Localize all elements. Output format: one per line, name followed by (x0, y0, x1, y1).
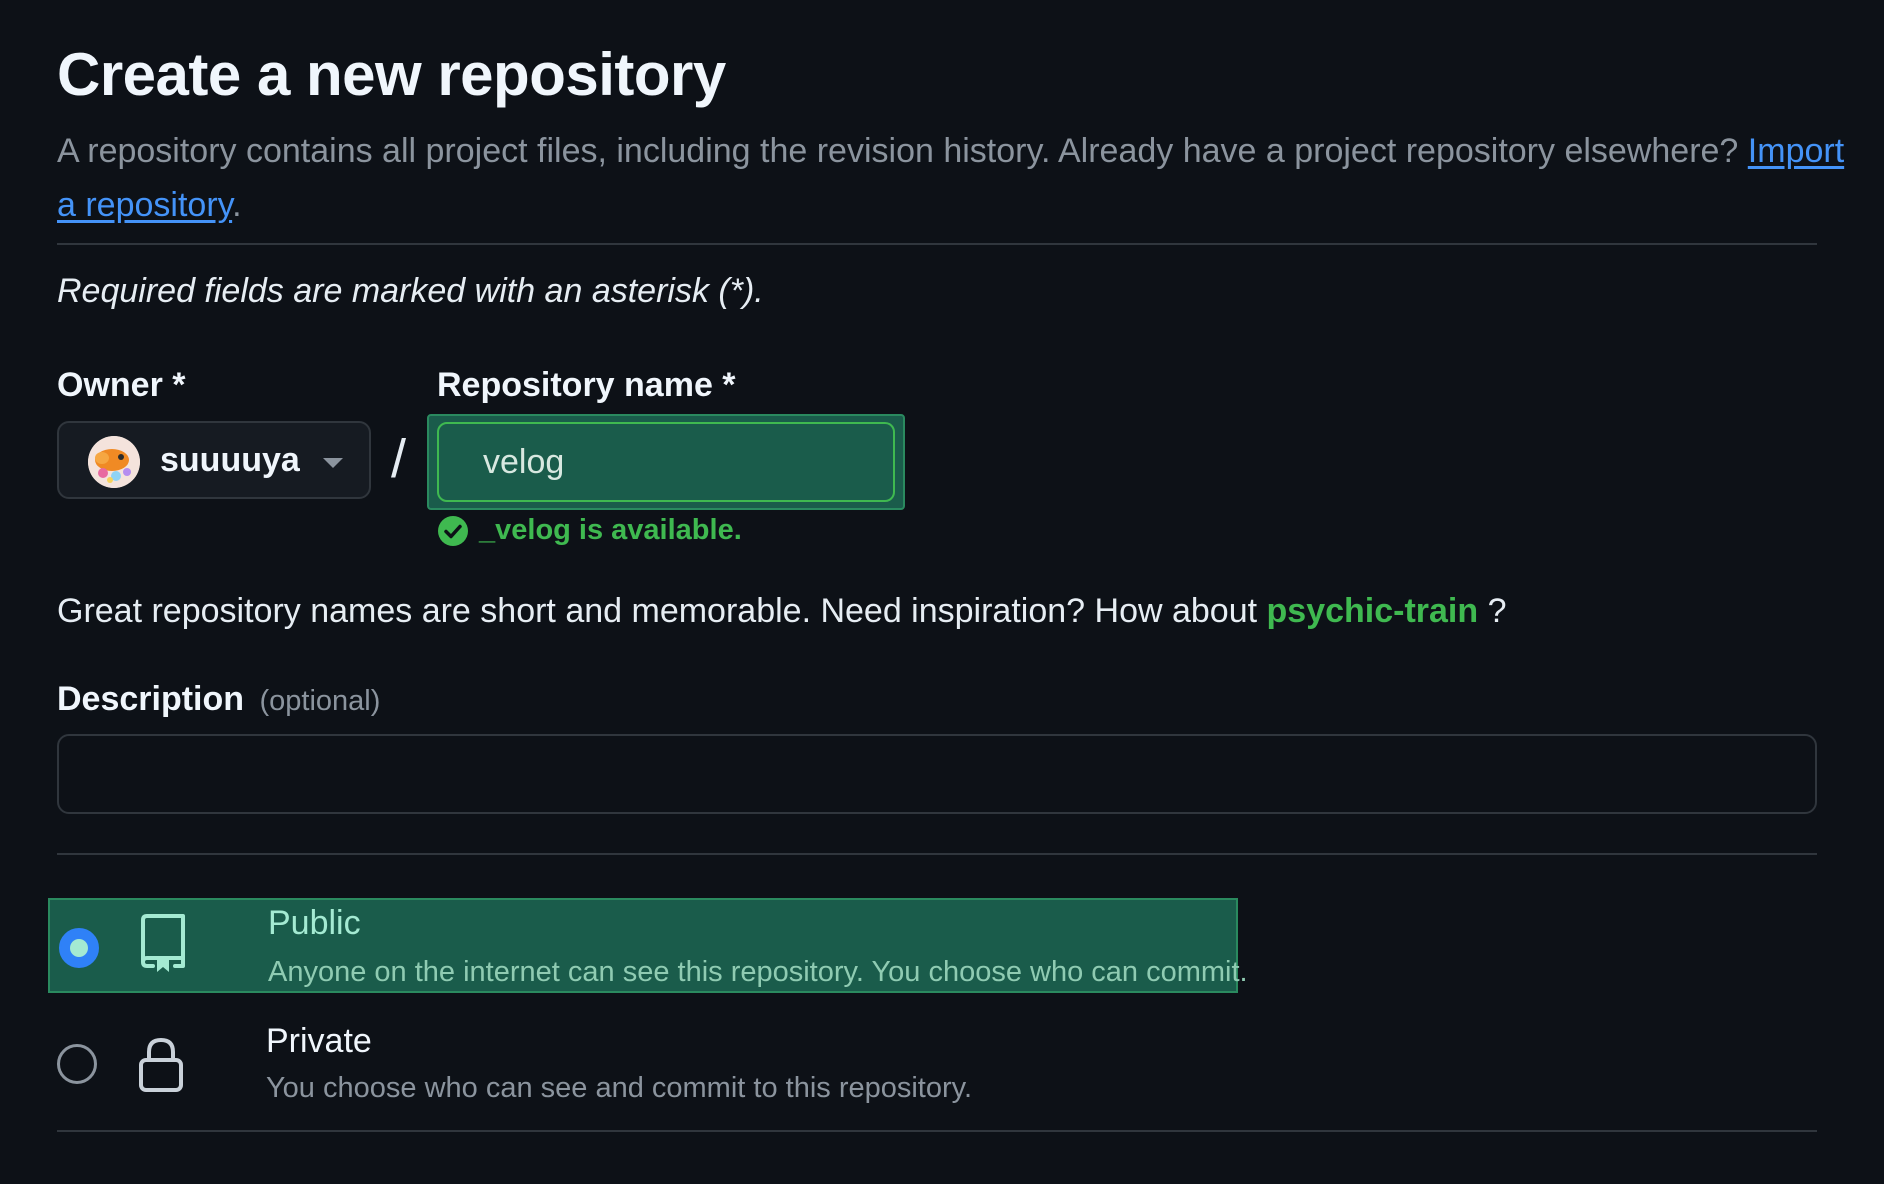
description-label-text: Description (57, 680, 245, 718)
required-fields-note: Required fields are marked with an aster… (57, 272, 764, 310)
page-title: Create a new repository (57, 41, 726, 108)
suggested-name-link[interactable]: psychic-train (1267, 592, 1479, 630)
public-title: Public (268, 904, 361, 942)
availability-text: _velog is available. (479, 514, 742, 546)
divider (57, 1130, 1817, 1132)
description-input[interactable] (57, 734, 1817, 814)
public-radio[interactable] (59, 928, 99, 968)
owner-label: Owner * (57, 366, 186, 404)
intro-text: A repository contains all project files,… (57, 124, 1847, 232)
description-label: Description (optional) (57, 680, 380, 719)
optional-hint: (optional) (259, 685, 381, 717)
private-description: You choose who can see and commit to thi… (266, 1072, 973, 1104)
intro-period: . (232, 186, 242, 224)
suggestion-suffix: ? (1487, 592, 1507, 630)
intro-description: A repository contains all project files,… (57, 132, 1739, 170)
owner-name: suuuuya (160, 441, 300, 479)
visibility-option-public[interactable]: Public Anyone on the internet can see th… (48, 898, 1248, 993)
triangle-down-icon (323, 458, 343, 468)
check-circle-icon (438, 515, 468, 546)
visibility-option-private[interactable]: Private You choose who can see and commi… (48, 1012, 1238, 1112)
repository-name-field (427, 414, 905, 510)
owner-repo-separator: / (391, 429, 407, 489)
lock-icon (139, 1037, 183, 1092)
repository-name-input[interactable] (437, 422, 895, 502)
availability-message: _velog is available. (437, 514, 742, 547)
private-radio[interactable] (57, 1044, 97, 1084)
repository-name-label: Repository name * (437, 366, 736, 404)
avatar (88, 436, 140, 488)
private-title: Private (266, 1022, 372, 1060)
name-suggestion: Great repository names are short and mem… (57, 592, 1507, 631)
suggestion-prefix: Great repository names are short and mem… (57, 592, 1258, 630)
owner-select-button[interactable]: suuuuya (57, 421, 371, 499)
divider (57, 853, 1817, 855)
divider (57, 243, 1817, 245)
public-description: Anyone on the internet can see this repo… (268, 956, 1248, 988)
repo-icon (141, 914, 185, 972)
